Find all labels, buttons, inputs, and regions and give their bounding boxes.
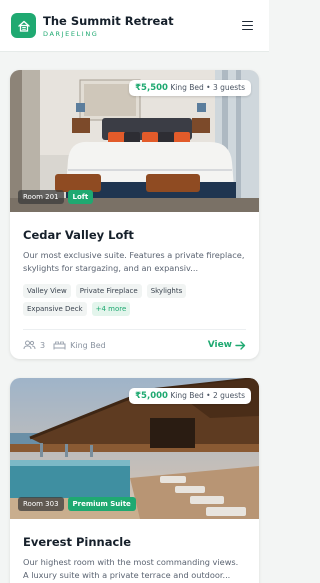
room-price: ₹5,500 <box>135 83 168 93</box>
hamburger-menu-icon[interactable] <box>242 18 258 34</box>
room-card[interactable]: ₹5,000 King Bed • 2 guests Room 303 Prem… <box>10 378 259 583</box>
amenity-tag: Skylights <box>146 284 187 298</box>
room-photo: ₹5,500 King Bed • 3 guests Room 201 Loft <box>10 70 259 212</box>
room-number-badge: Room 303 <box>18 497 64 511</box>
amenity-tag: Expansive Deck <box>23 302 87 316</box>
app-subtitle: DARJEELING <box>43 29 99 38</box>
room-number-badge: Room 201 <box>18 190 64 204</box>
room-price: ₹5,000 <box>135 391 168 401</box>
card-footer: 3 King Bed View <box>23 330 246 359</box>
app-title: The Summit Retreat <box>43 13 174 28</box>
room-badges: Room 303 Premium Suite <box>18 497 136 511</box>
amenity-tag: Private Fireplace <box>75 284 142 298</box>
room-description: Our highest room with the most commandin… <box>23 557 239 580</box>
app-header: The Summit Retreat DARJEELING <box>0 0 269 52</box>
view-button[interactable]: View <box>208 340 246 350</box>
more-amenities-tag[interactable]: +4 more <box>91 302 131 316</box>
view-label: View <box>207 340 232 350</box>
guest-count: 3 <box>40 340 46 350</box>
bed-and-guests: King Bed • 3 guests <box>170 83 245 92</box>
room-photo: ₹5,000 King Bed • 2 guests Room 303 Prem… <box>10 378 259 519</box>
room-name: Cedar Valley Loft <box>23 228 134 242</box>
amenity-tag: Valley View <box>23 284 71 298</box>
price-pill: ₹5,500 King Bed • 3 guests <box>129 80 251 96</box>
bed-and-guests: King Bed • 2 guests <box>170 391 245 400</box>
room-name: Everest Pinnacle <box>23 535 132 549</box>
amenity-tags: Valley View Private Fireplace Skylights … <box>23 284 246 316</box>
brand: The Summit Retreat DARJEELING <box>43 14 242 38</box>
arrow-right-icon <box>235 340 246 350</box>
room-card[interactable]: ₹5,500 King Bed • 3 guests Room 201 Loft… <box>10 70 259 359</box>
room-badges: Room 201 Loft <box>18 190 94 204</box>
bed-type: King Bed <box>70 340 106 350</box>
guests-icon <box>23 340 36 350</box>
room-description: Our most exclusive suite. Features a pri… <box>23 250 245 273</box>
bed-icon <box>53 341 66 350</box>
home-logo-icon[interactable] <box>11 13 36 38</box>
room-type-badge: Loft <box>67 190 94 204</box>
room-type-badge: Premium Suite <box>67 497 136 511</box>
price-pill: ₹5,000 King Bed • 2 guests <box>129 388 251 404</box>
